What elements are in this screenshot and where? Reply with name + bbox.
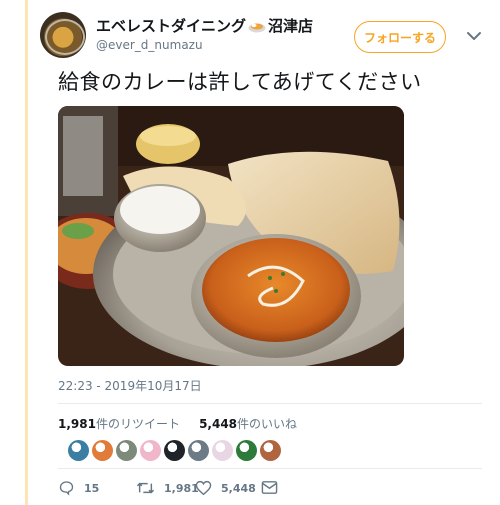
tweet-card: エベレストダイニング 沼津店 @ever_d_numazu フォローする 給食のカ… (38, 0, 490, 505)
liker-avatar[interactable] (236, 440, 257, 461)
chevron-down-icon[interactable] (462, 24, 486, 48)
retweet-stat-label: 件のリツイート (95, 417, 180, 431)
avatar[interactable] (40, 12, 86, 58)
divider (58, 403, 482, 404)
liker-avatar[interactable] (116, 440, 137, 461)
tweet-text: 給食のカレーは許してあげてください (58, 70, 422, 94)
display-name-suffix: 沼津店 (268, 17, 314, 35)
liker-avatar[interactable] (212, 440, 233, 461)
retweet-count: 1,981 (164, 481, 199, 495)
liker-avatar[interactable] (140, 440, 161, 461)
account-handle[interactable]: @ever_d_numazu (96, 38, 203, 52)
reply-button[interactable]: 15 (58, 480, 99, 496)
like-stat[interactable]: 5,448件のいいね (199, 417, 297, 431)
retweet-stat-count: 1,981 (58, 417, 96, 431)
curry-emoji-icon (248, 19, 266, 37)
retweet-button[interactable]: 1,981 (136, 480, 199, 496)
tweet-timestamp[interactable]: 22:23 - 2019年10月17日 (58, 377, 202, 394)
like-stat-label: 件のいいね (237, 417, 298, 431)
liker-avatar[interactable] (92, 440, 113, 461)
direct-message-button[interactable] (261, 480, 287, 495)
thread-accent-bar (25, 0, 28, 505)
liker-avatar[interactable] (164, 440, 185, 461)
tweet-header: エベレストダイニング 沼津店 @ever_d_numazu フォローする (38, 0, 490, 60)
display-name-text: エベレストダイニング (96, 17, 247, 35)
follow-button[interactable]: フォローする (354, 21, 446, 53)
tweet-photo[interactable] (58, 106, 404, 366)
tweet-stats: 1,981件のリツイート 5,448件のいいね (58, 415, 297, 432)
liker-avatar[interactable] (68, 440, 89, 461)
reply-count: 15 (84, 481, 100, 495)
divider (58, 468, 482, 469)
heart-icon (195, 480, 212, 496)
like-count: 5,448 (221, 481, 256, 495)
retweet-stat[interactable]: 1,981件のリツイート (58, 417, 180, 431)
liker-avatar[interactable] (260, 440, 281, 461)
reply-icon (59, 481, 74, 496)
curry-plate-image (58, 106, 404, 366)
liker-avatar[interactable] (188, 440, 209, 461)
display-name[interactable]: エベレストダイニング 沼津店 (96, 15, 313, 37)
like-stat-count: 5,448 (199, 417, 238, 431)
like-button[interactable]: 5,448 (195, 480, 256, 496)
envelope-icon (261, 481, 278, 494)
retweet-icon (136, 482, 155, 494)
